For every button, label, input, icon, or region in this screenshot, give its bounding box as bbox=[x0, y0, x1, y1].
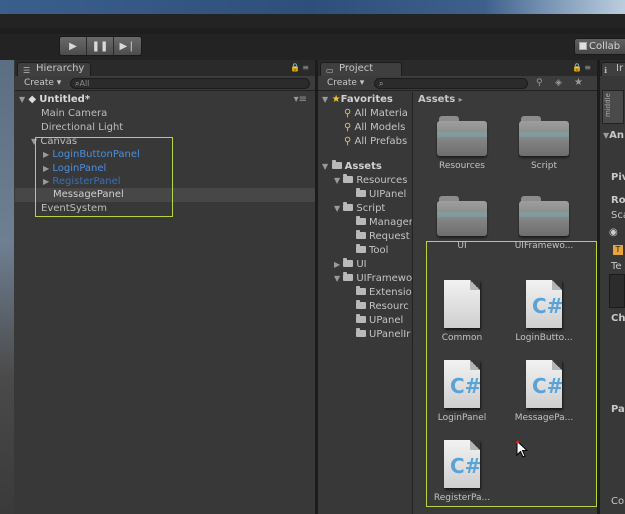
tree-folder[interactable]: UPanelIr bbox=[356, 328, 410, 341]
favorite-item[interactable]: ⚲ All Prefabs bbox=[344, 135, 407, 148]
tree-folder[interactable]: Tool bbox=[356, 244, 388, 257]
filter-by-type-icon[interactable]: ⚲ bbox=[536, 78, 543, 88]
breadcrumb-arrow-icon: ▸ bbox=[458, 95, 463, 104]
folder-icon bbox=[343, 174, 354, 183]
project-grid: Assets ▸ Resources Script UI UIFramewo..… bbox=[413, 92, 597, 514]
folder-icon bbox=[331, 160, 342, 169]
folder-icon bbox=[356, 216, 366, 225]
project-search-input[interactable]: ⌕ bbox=[374, 78, 528, 89]
inspector-label: Te bbox=[611, 261, 622, 272]
tree-folder[interactable]: Request bbox=[356, 230, 410, 243]
folder-icon bbox=[356, 230, 366, 239]
eye-icon[interactable]: ◉ bbox=[609, 227, 618, 238]
tab-project[interactable]: ▭ Project bbox=[320, 62, 402, 76]
checkbox-icon bbox=[579, 42, 587, 50]
step-button[interactable]: ▶❘ bbox=[114, 37, 141, 55]
search-icon: ⚲ bbox=[344, 122, 352, 133]
breadcrumb[interactable]: Assets ▸ bbox=[418, 93, 463, 106]
tab-hierarchy[interactable]: ☰ Hierarchy bbox=[17, 62, 92, 76]
folder-icon bbox=[437, 196, 487, 236]
list-item[interactable]: Main Camera bbox=[41, 107, 107, 120]
anchor-preset-icon[interactable]: middle bbox=[602, 90, 624, 124]
pause-button[interactable]: ❚❚ bbox=[87, 37, 114, 55]
expand-arrow-icon: ▼ bbox=[322, 162, 329, 171]
expand-arrow-icon: ▼ bbox=[334, 204, 341, 213]
grid-folder-item[interactable]: Script bbox=[509, 116, 579, 171]
filter-by-label-icon[interactable]: ◈ bbox=[555, 78, 562, 88]
info-icon: ℹ bbox=[604, 66, 608, 75]
folder-icon bbox=[343, 202, 354, 211]
folder-icon bbox=[437, 116, 487, 156]
tree-folder[interactable]: ▶ UI bbox=[334, 258, 367, 271]
expand-arrow-icon: ▼ bbox=[334, 274, 341, 283]
grid-folder-item[interactable]: Resources bbox=[427, 116, 497, 171]
expand-arrow-icon: ▼ bbox=[322, 95, 329, 104]
hierarchy-search-input[interactable]: ⌕All bbox=[70, 78, 310, 89]
panel-menu-icon[interactable]: 🔒≡ bbox=[290, 63, 311, 72]
inspector-label: Ch bbox=[611, 313, 625, 324]
annotation-highlight-box bbox=[426, 241, 597, 507]
step-icon: ▶❘ bbox=[119, 40, 136, 52]
text-area[interactable] bbox=[609, 274, 625, 308]
panel-menu-icon[interactable]: 🔒≡ bbox=[572, 63, 593, 72]
annotation-highlight-box bbox=[35, 137, 173, 217]
favorite-item[interactable]: ⚲ All Models bbox=[344, 121, 405, 134]
project-create-button[interactable]: Create ▾ bbox=[322, 77, 369, 90]
inspector-label: ▼An bbox=[603, 130, 625, 141]
play-button[interactable]: ▶ bbox=[60, 37, 87, 55]
expand-arrow-icon: ▼ bbox=[334, 176, 341, 185]
project-panel: ▭ Project 🔒≡ Create ▾ ⌕ ⚲ ◈ ★ ▼ ★Favorite… bbox=[318, 60, 597, 514]
scene-view-edge bbox=[0, 60, 14, 514]
tree-folder[interactable]: UPanel bbox=[356, 314, 403, 327]
folder-icon bbox=[356, 328, 366, 337]
inspector-label: Ro bbox=[611, 195, 625, 206]
favorites-header[interactable]: ▼ ★Favorites bbox=[322, 93, 393, 106]
inspector-label: Piv bbox=[611, 172, 625, 183]
pause-icon: ❚❚ bbox=[91, 40, 109, 52]
folder-icon bbox=[356, 300, 366, 309]
inspector-label: Co bbox=[611, 496, 625, 507]
search-icon: ⌕ bbox=[379, 79, 384, 88]
inspector-label: Pa bbox=[611, 404, 625, 415]
tree-folder[interactable]: ▼ UIFramewo bbox=[334, 272, 412, 285]
list-item[interactable]: Directional Light bbox=[41, 121, 123, 134]
favorite-item[interactable]: ⚲ All Materia bbox=[344, 107, 408, 120]
folder-icon bbox=[356, 314, 366, 323]
folder-icon bbox=[356, 244, 366, 253]
collapse-arrow-icon: ▶ bbox=[334, 260, 341, 269]
tree-folder[interactable]: Resourc bbox=[356, 300, 409, 313]
tree-folder[interactable]: ▼ Script bbox=[334, 202, 385, 215]
folder-icon bbox=[343, 258, 354, 267]
unity-scene-icon: ◆ bbox=[28, 94, 37, 105]
expand-arrow-icon: ▼ bbox=[19, 95, 26, 104]
inspector-panel: ℹIr middle ▼An Piv Ro Sca ◉ T Te Ch Pa C… bbox=[600, 60, 625, 514]
search-icon: ⚲ bbox=[344, 108, 352, 119]
scene-row[interactable]: ▼ ◆ Untitled* ▾≡ bbox=[19, 93, 311, 106]
tree-folder[interactable]: Extensio bbox=[356, 286, 412, 299]
assets-root[interactable]: ▼ Assets bbox=[322, 160, 382, 173]
folder-icon bbox=[343, 272, 354, 281]
project-tree: ▼ ★Favorites ⚲ All Materia ⚲ All Models … bbox=[318, 92, 412, 514]
tree-folder[interactable]: ▼ Resources bbox=[334, 174, 407, 187]
folder-icon bbox=[356, 188, 366, 197]
mouse-cursor-icon bbox=[516, 440, 529, 458]
playback-controls: ▶ ❚❚ ▶❘ bbox=[59, 36, 142, 56]
play-icon: ▶ bbox=[69, 40, 77, 52]
folder-icon bbox=[356, 286, 366, 295]
folder-icon bbox=[519, 196, 569, 236]
star-icon: ★ bbox=[331, 94, 341, 105]
favorite-star-icon[interactable]: ★ bbox=[574, 77, 583, 88]
hierarchy-panel: ☰ Hierarchy 🔒≡ Create ▾ ⌕All ▼ ◆ Untitled… bbox=[15, 60, 315, 514]
search-icon: ⚲ bbox=[344, 136, 352, 147]
collab-button[interactable]: Collab bbox=[574, 38, 625, 55]
folder-icon bbox=[519, 116, 569, 156]
tree-folder[interactable]: Manager bbox=[356, 216, 412, 229]
tab-inspector[interactable]: ℹ Ir bbox=[601, 62, 625, 76]
hierarchy-create-button[interactable]: Create ▾ bbox=[19, 77, 66, 90]
text-component-icon: T bbox=[613, 245, 623, 255]
window-title-strip bbox=[0, 0, 625, 14]
inspector-label: Sca bbox=[611, 210, 625, 221]
tree-folder[interactable]: UIPanel bbox=[356, 188, 406, 201]
scene-menu-icon[interactable]: ▾≡ bbox=[294, 93, 307, 106]
